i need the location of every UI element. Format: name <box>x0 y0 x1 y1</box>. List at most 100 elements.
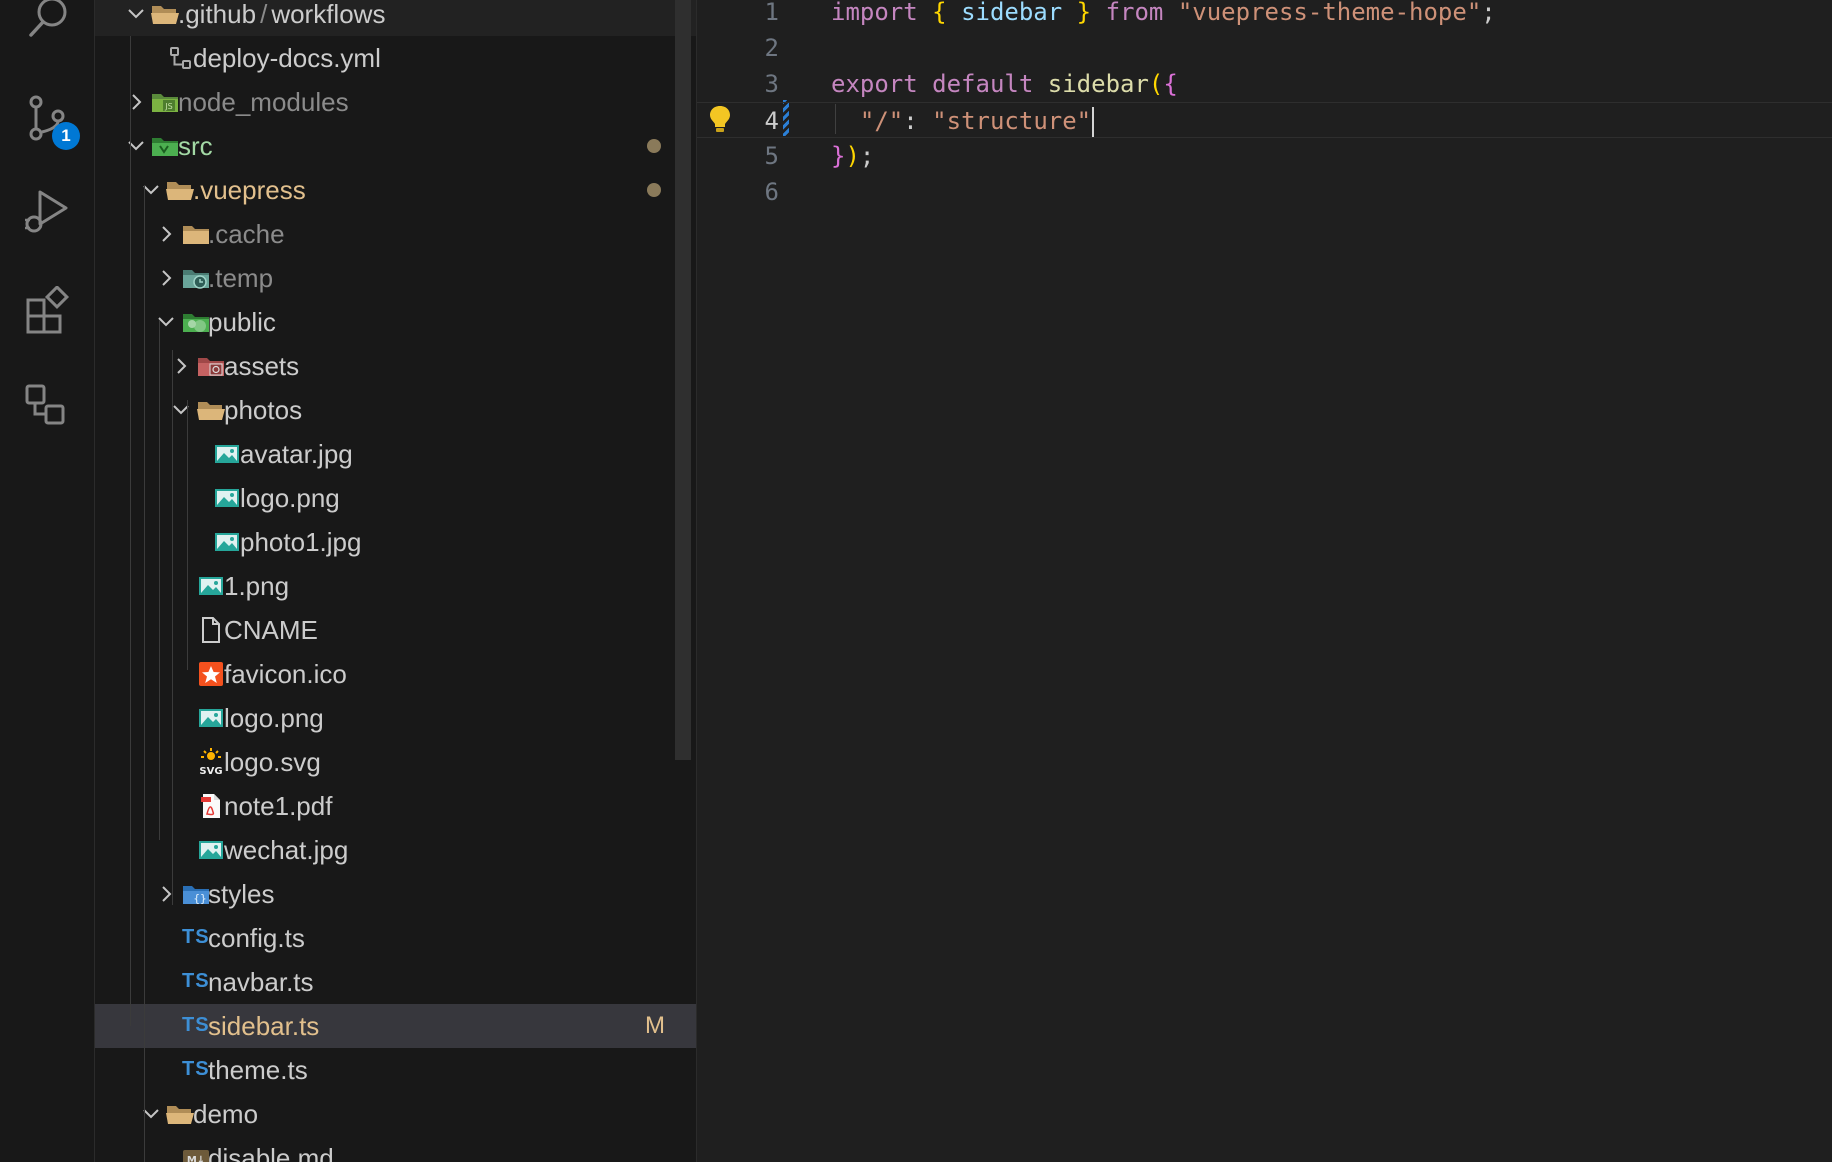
indent-guide <box>187 400 188 670</box>
tree-item[interactable]: .cache <box>95 212 696 256</box>
chevron-down-icon[interactable] <box>139 178 163 202</box>
tree-item[interactable]: note1.pdf <box>95 784 696 828</box>
tree-item[interactable]: assets <box>95 344 696 388</box>
code-token: "/" <box>859 107 904 135</box>
tree-item-label: .vuepress <box>193 175 306 205</box>
workflow-file-icon <box>166 44 196 72</box>
path-separator: / <box>260 0 268 29</box>
tree-item-label: navbar.ts <box>208 967 314 997</box>
tree-item[interactable]: {} styles <box>95 872 696 916</box>
code-token: "vuepress-theme-hope" <box>1177 0 1482 26</box>
tree-item-label: src <box>178 131 213 161</box>
code-token: ; <box>1481 0 1496 26</box>
code-editor[interactable]: 1 import { sidebar } from "vuepress-theme… <box>696 0 1832 1162</box>
image-file-icon <box>212 440 242 468</box>
tree-item-label: .cache <box>208 219 285 249</box>
code-token: ; <box>859 142 875 170</box>
folder-icon <box>181 220 211 248</box>
svg-text:JS: JS <box>164 102 172 111</box>
modified-dot <box>647 139 661 153</box>
tree-item[interactable]: .vuepress <box>95 168 696 212</box>
tree-item[interactable]: CNAME <box>95 608 696 652</box>
tree-item[interactable]: SVG logo.svg <box>95 740 696 784</box>
tree-item[interactable]: avatar.jpg <box>95 432 696 476</box>
tree-item[interactable]: M↓ disable.md <box>95 1136 696 1162</box>
tree-item[interactable]: wechat.jpg <box>95 828 696 872</box>
chevron-down-icon[interactable] <box>139 1102 163 1126</box>
image-file-icon <box>196 572 226 600</box>
tree-item[interactable]: JS node_modules <box>95 80 696 124</box>
code-token: : <box>903 107 933 135</box>
tree-item[interactable]: logo.png <box>95 696 696 740</box>
svg-file-icon: SVG <box>196 748 226 777</box>
code-line[interactable]: 5}); <box>697 138 1832 174</box>
tree-item-label: photos <box>224 395 303 425</box>
code-token: default <box>932 70 1034 98</box>
tree-item[interactable]: demo <box>95 1092 696 1136</box>
file-icon <box>196 616 226 644</box>
tree-item[interactable]: TS theme.ts <box>95 1048 696 1092</box>
chevron-down-icon[interactable] <box>124 134 148 158</box>
tree-item[interactable]: .temp <box>95 256 696 300</box>
tree-item[interactable]: TS config.ts <box>95 916 696 960</box>
code-line[interactable]: 4 "/": "structure" <box>697 102 1832 138</box>
tree-item[interactable]: deploy-docs.yml <box>95 36 696 80</box>
code-token: { <box>932 0 947 26</box>
chevron-right-icon[interactable] <box>124 90 148 114</box>
favicon-file-icon <box>196 660 226 688</box>
tree-item-label: logo.png <box>224 703 324 733</box>
tree-item-label: disable.md <box>208 1143 334 1162</box>
tree-item[interactable]: src <box>95 124 696 168</box>
tree-item[interactable]: favicon.ico <box>95 652 696 696</box>
tree-item-label: config.ts <box>208 923 305 953</box>
code-text: }); <box>831 138 874 174</box>
tree-item[interactable]: TS navbar.ts <box>95 960 696 1004</box>
chevron-down-icon[interactable] <box>154 310 178 334</box>
code-line[interactable]: 3 export default sidebar({ <box>697 66 1832 102</box>
git-status-badge: M <box>645 1012 665 1039</box>
line-number: 1 <box>764 0 779 26</box>
folder-open-icon <box>165 1100 195 1128</box>
typescript-file-icon: TS <box>182 926 210 948</box>
styles-folder-icon: {} <box>181 880 211 908</box>
run-debug-icon[interactable] <box>22 186 74 238</box>
tree-item[interactable]: TS sidebar.ts M <box>95 1004 696 1048</box>
line-number: 3 <box>764 70 779 98</box>
chevron-right-icon[interactable] <box>154 266 178 290</box>
tree-item[interactable]: photos <box>95 388 696 432</box>
explorer-scrollbar[interactable] <box>675 0 691 760</box>
code-line[interactable]: 1 import { sidebar } from "vuepress-theme… <box>697 0 1832 30</box>
search-icon[interactable] <box>22 0 74 44</box>
image-file-icon <box>212 528 242 556</box>
file-explorer: .github / workflows deploy-docs.yml JS node_m… <box>95 0 696 1162</box>
extensions-icon[interactable] <box>22 284 74 338</box>
chevron-down-icon[interactable] <box>124 2 148 26</box>
indent-guide <box>144 185 145 1162</box>
tree-item[interactable]: photo1.jpg <box>95 520 696 564</box>
code-token: "structure" <box>932 107 1092 135</box>
assets-folder-icon <box>196 352 226 380</box>
line-number: 5 <box>764 142 779 170</box>
tree-item[interactable]: public <box>95 300 696 344</box>
code-line[interactable]: 6 <box>697 174 1832 210</box>
code-line[interactable]: 2 <box>697 30 1832 66</box>
chevron-right-icon[interactable] <box>154 222 178 246</box>
text-cursor <box>1092 107 1095 137</box>
src-folder-icon <box>150 132 180 160</box>
tree-item[interactable]: logo.png <box>95 476 696 520</box>
tree-item-label: styles <box>208 879 275 909</box>
code-text: "/": "structure" <box>831 103 1095 139</box>
line-number: 4 <box>764 107 779 135</box>
chevron-right-icon[interactable] <box>154 882 178 906</box>
remote-explorer-icon[interactable] <box>22 380 74 432</box>
tree-item[interactable]: .github / workflows <box>95 0 696 36</box>
code-token: { <box>1163 70 1178 98</box>
svg-text:SVG: SVG <box>199 766 222 776</box>
tree-item[interactable]: 1.png <box>95 564 696 608</box>
